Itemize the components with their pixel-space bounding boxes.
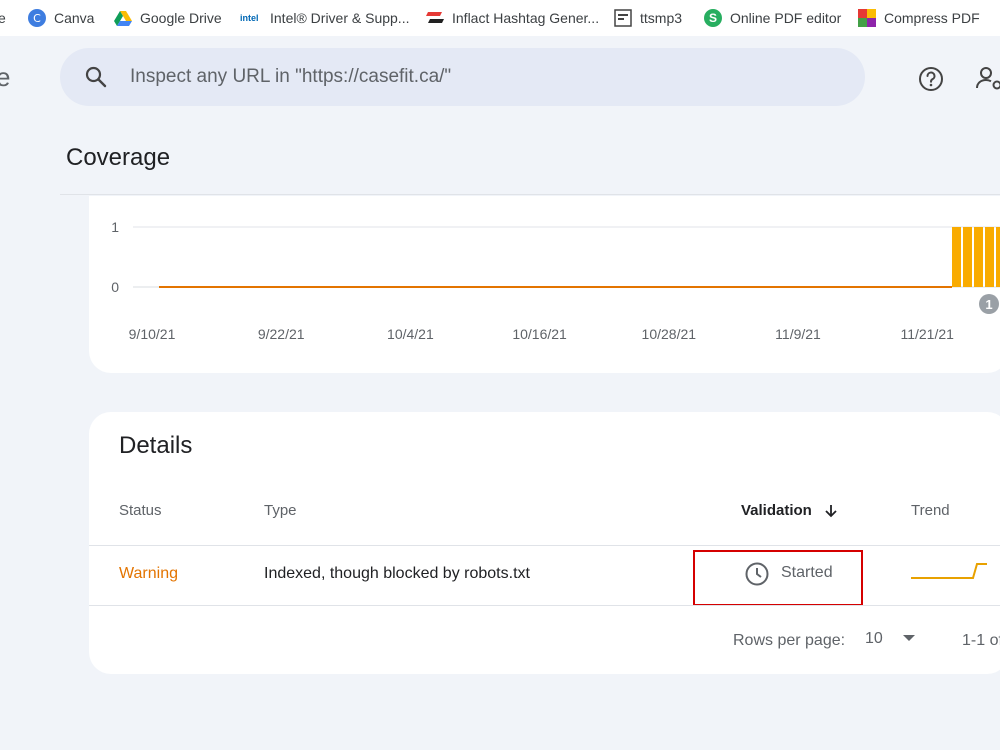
rows-per-page-value: 10 bbox=[865, 630, 883, 647]
header-divider bbox=[89, 545, 1000, 546]
row-divider bbox=[89, 605, 1000, 606]
x-tick-label: 9/10/21 bbox=[129, 326, 176, 342]
rows-per-page-select[interactable]: 10 bbox=[865, 630, 917, 648]
bookmark-canva[interactable]: C Canva bbox=[28, 0, 94, 36]
canva-icon: C bbox=[28, 9, 46, 27]
row-type[interactable]: Indexed, though blocked by robots.txt bbox=[264, 565, 530, 583]
intel-icon: intel bbox=[240, 13, 259, 23]
bookmark-online-pdf-editor[interactable]: S Online PDF editor bbox=[704, 0, 841, 36]
rows-per-page-label: Rows per page: bbox=[733, 632, 846, 649]
dropdown-arrow-icon bbox=[903, 635, 916, 641]
bookmark-truncated[interactable]: e bbox=[0, 0, 6, 36]
bookmark-ttsmp3[interactable]: ttsmp3 bbox=[614, 0, 682, 36]
url-inspection-search[interactable] bbox=[60, 48, 865, 106]
x-tick-label: 11/21/21 bbox=[900, 326, 954, 342]
annotation-label: 1 bbox=[985, 297, 992, 312]
coverage-chart: 1 0 1 9/10/21 9/22/21 10/4/21 10/16/21 10/28/21… bbox=[111, 219, 1000, 342]
x-tick-label: 10/16/21 bbox=[512, 326, 567, 342]
chart-bar bbox=[963, 227, 972, 287]
column-header-type[interactable]: Type bbox=[264, 502, 297, 519]
x-tick-label: 10/28/21 bbox=[642, 326, 697, 342]
chart-bar bbox=[952, 227, 961, 287]
sejda-icon: S bbox=[704, 9, 722, 27]
row-status[interactable]: Warning bbox=[119, 565, 178, 583]
x-tick-label: 10/4/21 bbox=[387, 326, 434, 342]
y-tick-label: 1 bbox=[111, 219, 119, 235]
bookmark-intel[interactable]: intel Intel® Driver & Supp... bbox=[240, 0, 409, 36]
title-divider bbox=[60, 194, 1000, 195]
column-header-validation-label: Validation bbox=[741, 502, 812, 519]
coverage-chart-card: 1 0 1 9/10/21 9/22/21 10/4/21 10/16/21 10/28/21… bbox=[89, 196, 1000, 373]
chart-bar bbox=[996, 227, 1000, 287]
validation-status-text: Started bbox=[781, 564, 833, 581]
row-validation[interactable]: Started bbox=[693, 550, 863, 606]
clock-icon bbox=[745, 562, 769, 586]
svg-text:C: C bbox=[33, 12, 41, 25]
help-icon[interactable] bbox=[918, 66, 944, 92]
column-header-status[interactable]: Status bbox=[119, 502, 162, 519]
y-tick-label: 0 bbox=[111, 279, 119, 295]
google-drive-icon bbox=[114, 11, 132, 26]
search-input[interactable] bbox=[130, 62, 830, 92]
chart-bar bbox=[974, 227, 983, 287]
inflact-icon bbox=[426, 12, 444, 23]
x-tick-label: 9/22/21 bbox=[258, 326, 305, 342]
column-header-trend[interactable]: Trend bbox=[911, 502, 950, 519]
bookmark-inflact[interactable]: Inflact Hashtag Gener... bbox=[426, 0, 599, 36]
nav-partial-title: e bbox=[0, 62, 11, 92]
manage-users-icon[interactable] bbox=[975, 64, 1000, 94]
arrow-down-icon bbox=[825, 505, 837, 518]
column-header-validation[interactable]: Validation bbox=[741, 502, 838, 519]
bookmarks-bar: e C Canva Google Drive intel Intel® Driv… bbox=[0, 0, 1000, 36]
x-tick-label: 11/9/21 bbox=[775, 326, 821, 342]
bookmark-compress-pdf[interactable]: Compress PDF bbox=[858, 0, 980, 36]
pagination-range: 1-1 of bbox=[962, 632, 1000, 649]
details-card: Details Status Type Validation Trend War… bbox=[89, 412, 1000, 674]
details-title: Details bbox=[119, 432, 193, 459]
ttsmp3-icon bbox=[614, 9, 632, 27]
search-icon bbox=[85, 66, 107, 88]
bookmark-google-drive[interactable]: Google Drive bbox=[114, 0, 222, 36]
trend-sparkline bbox=[911, 563, 987, 579]
chart-bar bbox=[985, 227, 994, 287]
page-title: Coverage bbox=[66, 144, 171, 171]
compress-pdf-icon bbox=[858, 9, 876, 27]
